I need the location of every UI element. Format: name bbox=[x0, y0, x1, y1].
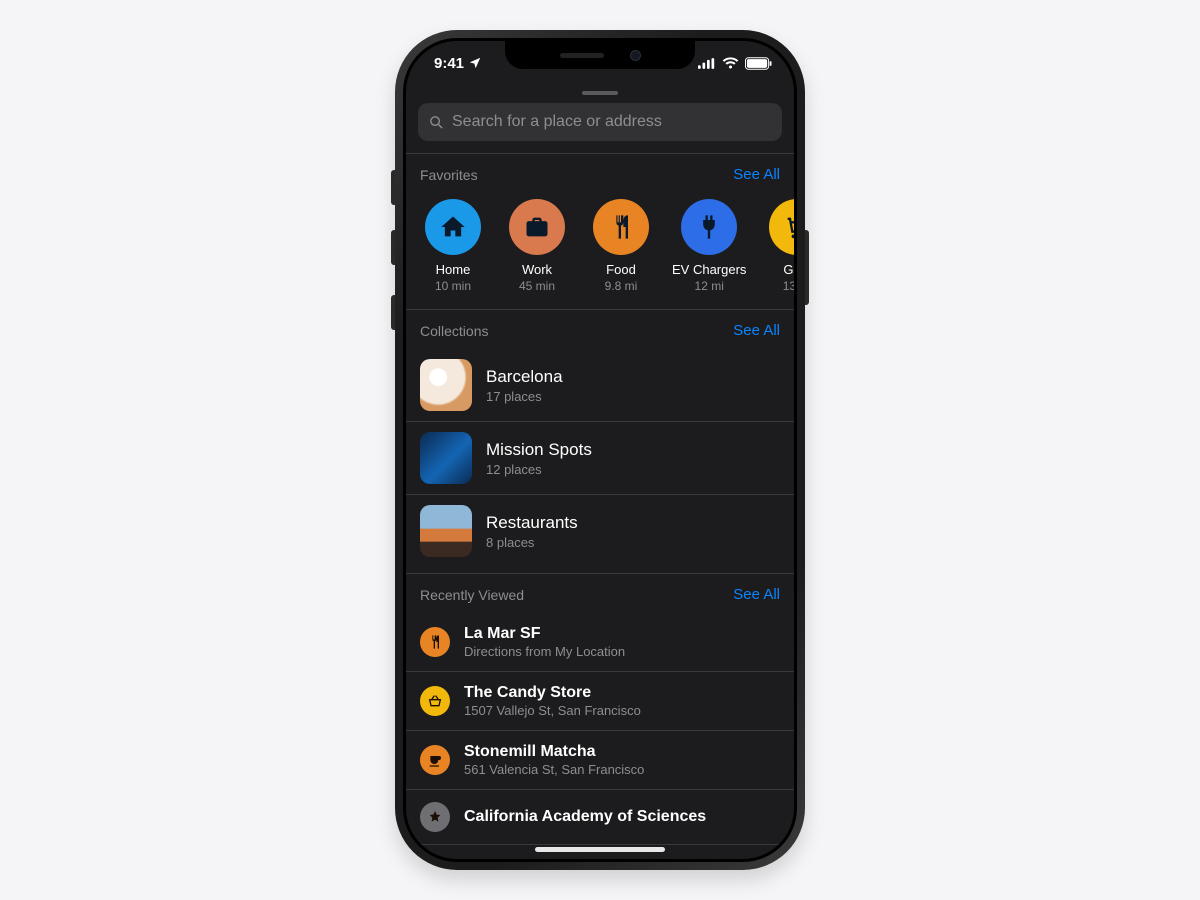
collection-item[interactable]: Barcelona 17 places bbox=[406, 349, 794, 422]
collection-thumb bbox=[420, 505, 472, 557]
search-field[interactable]: Search for a place or address bbox=[418, 103, 782, 141]
favorite-sub: 12 mi bbox=[695, 279, 724, 293]
favorite-item[interactable]: Food 9.8 mi bbox=[588, 199, 654, 293]
fork-knife-icon bbox=[607, 213, 635, 241]
favorite-sub: 10 min bbox=[435, 279, 471, 293]
cart-icon bbox=[783, 213, 794, 241]
search-placeholder: Search for a place or address bbox=[452, 113, 662, 131]
recent-item[interactable]: The Candy Store 1507 Vallejo St, San Fra… bbox=[406, 672, 794, 731]
favorite-label: Home bbox=[436, 263, 471, 277]
search-icon bbox=[428, 114, 445, 131]
collection-item[interactable]: Restaurants 8 places bbox=[406, 495, 794, 567]
favorite-bubble bbox=[681, 199, 737, 255]
cellular-signal-icon bbox=[698, 58, 716, 69]
iphone-screen: 9:41 Search for a place or address F bbox=[406, 41, 794, 859]
favorite-item[interactable]: Home 10 min bbox=[420, 199, 486, 293]
recent-icon-circle bbox=[420, 745, 450, 775]
recent-item[interactable]: La Mar SF Directions from My Location bbox=[406, 613, 794, 672]
sheet-grabber[interactable] bbox=[582, 91, 618, 95]
cup-icon bbox=[427, 752, 443, 768]
favorite-sub: 9.8 mi bbox=[605, 279, 638, 293]
favorite-sub: 13 mi bbox=[783, 279, 794, 293]
home-indicator[interactable] bbox=[535, 847, 665, 852]
recent-icon-circle bbox=[420, 802, 450, 832]
recent-see-all-link[interactable]: See All bbox=[733, 586, 780, 603]
favorites-header: Favorites See All bbox=[406, 153, 794, 193]
iphone-notch bbox=[505, 41, 695, 69]
recent-item[interactable]: California Academy of Sciences bbox=[406, 790, 794, 845]
favorite-sub: 45 min bbox=[519, 279, 555, 293]
collection-thumb bbox=[420, 359, 472, 411]
collections-see-all-link[interactable]: See All bbox=[733, 322, 780, 339]
favorites-title: Favorites bbox=[420, 167, 478, 183]
recent-sub-text: Directions from My Location bbox=[464, 644, 625, 659]
favorite-bubble bbox=[509, 199, 565, 255]
favorites-see-all-link[interactable]: See All bbox=[733, 166, 780, 183]
favorites-row[interactable]: Home 10 min Work 45 min Food 9.8 mi EV C… bbox=[406, 193, 794, 309]
collections-list: Barcelona 17 places Mission Spots 12 pla… bbox=[406, 349, 794, 567]
recent-icon-circle bbox=[420, 686, 450, 716]
favorite-label: Food bbox=[606, 263, 636, 277]
fork-knife-icon bbox=[427, 634, 443, 650]
collection-title: Barcelona bbox=[486, 367, 563, 387]
recently-viewed-list: La Mar SF Directions from My Location Th… bbox=[406, 613, 794, 845]
status-time: 9:41 bbox=[434, 55, 464, 72]
collection-item[interactable]: Mission Spots 12 places bbox=[406, 422, 794, 495]
recent-title-text: La Mar SF bbox=[464, 625, 625, 643]
star-icon bbox=[427, 809, 443, 825]
collection-title: Mission Spots bbox=[486, 440, 592, 460]
favorite-item[interactable]: Work 45 min bbox=[504, 199, 570, 293]
iphone-bezel: 9:41 Search for a place or address F bbox=[403, 38, 797, 862]
collection-sub: 17 places bbox=[486, 389, 563, 404]
favorite-label: EV Chargers bbox=[672, 263, 746, 277]
maps-search-sheet: Search for a place or address Favorites … bbox=[406, 85, 794, 859]
battery-icon bbox=[745, 57, 772, 70]
recent-sub-text: 561 Valencia St, San Francisco bbox=[464, 762, 644, 777]
recent-title-text: The Candy Store bbox=[464, 684, 641, 702]
wifi-icon bbox=[722, 57, 739, 69]
favorite-item[interactable]: Groc 13 mi bbox=[764, 199, 794, 293]
recent-icon-circle bbox=[420, 627, 450, 657]
collection-sub: 12 places bbox=[486, 462, 592, 477]
collections-title: Collections bbox=[420, 323, 488, 339]
collections-header: Collections See All bbox=[406, 309, 794, 349]
collection-thumb bbox=[420, 432, 472, 484]
iphone-frame: 9:41 Search for a place or address F bbox=[395, 30, 805, 870]
recent-title-text: California Academy of Sciences bbox=[464, 808, 706, 826]
recent-header: Recently Viewed See All bbox=[406, 573, 794, 613]
recent-item[interactable]: Stonemill Matcha 561 Valencia St, San Fr… bbox=[406, 731, 794, 790]
favorite-bubble bbox=[425, 199, 481, 255]
home-icon bbox=[439, 213, 467, 241]
location-arrow-icon bbox=[468, 56, 482, 70]
favorite-bubble bbox=[769, 199, 794, 255]
collection-sub: 8 places bbox=[486, 535, 578, 550]
basket-icon bbox=[427, 693, 443, 709]
recent-title: Recently Viewed bbox=[420, 587, 524, 603]
favorite-bubble bbox=[593, 199, 649, 255]
favorite-label: Groc bbox=[783, 263, 794, 277]
plug-icon bbox=[695, 213, 723, 241]
recent-sub-text: 1507 Vallejo St, San Francisco bbox=[464, 703, 641, 718]
briefcase-icon bbox=[523, 213, 551, 241]
favorite-label: Work bbox=[522, 263, 552, 277]
collection-title: Restaurants bbox=[486, 513, 578, 533]
recent-title-text: Stonemill Matcha bbox=[464, 743, 644, 761]
favorite-item[interactable]: EV Chargers 12 mi bbox=[672, 199, 746, 293]
